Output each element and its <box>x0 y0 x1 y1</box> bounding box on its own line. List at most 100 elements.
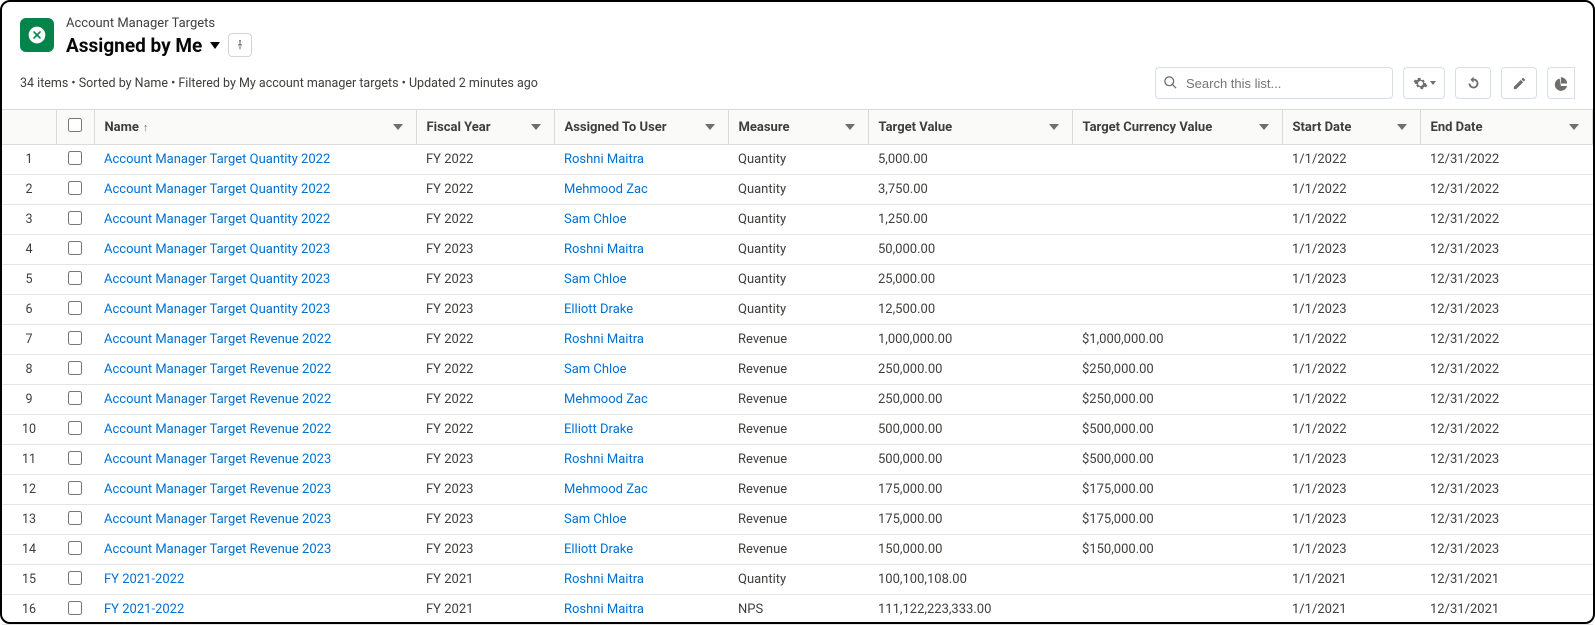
cell-assigned: Roshni Maitra <box>554 325 728 355</box>
record-link[interactable]: Account Manager Target Quantity 2022 <box>104 182 330 197</box>
cell-measure: Quantity <box>728 235 868 265</box>
row-select-cell <box>56 505 94 535</box>
table-row: 2 Account Manager Target Quantity 2022 F… <box>2 175 1593 205</box>
column-label: Start Date <box>1293 120 1352 135</box>
column-header-fiscal[interactable]: Fiscal Year <box>416 110 554 145</box>
record-link[interactable]: Account Manager Target Revenue 2022 <box>104 362 331 377</box>
row-checkbox[interactable] <box>68 541 82 555</box>
row-checkbox[interactable] <box>68 151 82 165</box>
column-header-currency[interactable]: Target Currency Value <box>1072 110 1282 145</box>
user-link[interactable]: Mehmood Zac <box>564 482 648 497</box>
cell-assigned: Sam Chloe <box>554 205 728 235</box>
record-link[interactable]: Account Manager Target Quantity 2022 <box>104 152 330 167</box>
record-link[interactable]: FY 2021-2022 <box>104 572 184 587</box>
user-link[interactable]: Sam Chloe <box>564 272 627 287</box>
user-link[interactable]: Elliott Drake <box>564 302 633 317</box>
cell-start: 1/1/2022 <box>1282 355 1420 385</box>
select-all-checkbox[interactable] <box>68 118 82 132</box>
column-header-start[interactable]: Start Date <box>1282 110 1420 145</box>
user-link[interactable]: Elliott Drake <box>564 422 633 437</box>
row-select-cell <box>56 385 94 415</box>
row-checkbox[interactable] <box>68 301 82 315</box>
column-menu-button[interactable] <box>842 119 858 135</box>
cell-name: Account Manager Target Revenue 2022 <box>94 325 416 355</box>
chevron-down-icon[interactable] <box>210 42 220 49</box>
cell-name: Account Manager Target Quantity 2022 <box>94 145 416 175</box>
column-menu-button[interactable] <box>528 119 544 135</box>
user-link[interactable]: Mehmood Zac <box>564 182 648 197</box>
column-menu-button[interactable] <box>702 119 718 135</box>
user-link[interactable]: Roshni Maitra <box>564 242 644 257</box>
user-link[interactable]: Roshni Maitra <box>564 572 644 587</box>
row-checkbox[interactable] <box>68 211 82 225</box>
row-checkbox[interactable] <box>68 241 82 255</box>
refresh-button[interactable] <box>1455 67 1491 99</box>
record-link[interactable]: Account Manager Target Revenue 2023 <box>104 542 331 557</box>
column-header-select[interactable] <box>56 110 94 145</box>
search-input[interactable] <box>1155 67 1393 99</box>
column-header-target[interactable]: Target Value <box>868 110 1072 145</box>
column-header-end[interactable]: End Date <box>1420 110 1593 145</box>
cell-assigned: Sam Chloe <box>554 505 728 535</box>
user-link[interactable]: Roshni Maitra <box>564 152 644 167</box>
cell-name: Account Manager Target Quantity 2023 <box>94 235 416 265</box>
user-link[interactable]: Mehmood Zac <box>564 392 648 407</box>
row-checkbox[interactable] <box>68 511 82 525</box>
column-menu-button[interactable] <box>1046 119 1062 135</box>
record-link[interactable]: Account Manager Target Revenue 2023 <box>104 482 331 497</box>
user-link[interactable]: Sam Chloe <box>564 212 627 227</box>
user-link[interactable]: Sam Chloe <box>564 362 627 377</box>
user-link[interactable]: Sam Chloe <box>564 512 627 527</box>
column-header-assigned[interactable]: Assigned To User <box>554 110 728 145</box>
record-link[interactable]: Account Manager Target Revenue 2022 <box>104 332 331 347</box>
row-select-cell <box>56 325 94 355</box>
user-link[interactable]: Roshni Maitra <box>564 332 644 347</box>
column-header-name[interactable]: Name↑ <box>94 110 416 145</box>
column-header-measure[interactable]: Measure <box>728 110 868 145</box>
record-link[interactable]: Account Manager Target Quantity 2023 <box>104 242 330 257</box>
cell-measure: Quantity <box>728 565 868 595</box>
user-link[interactable]: Elliott Drake <box>564 542 633 557</box>
row-number: 4 <box>2 235 56 265</box>
column-menu-button[interactable] <box>1566 119 1582 135</box>
row-number: 1 <box>2 145 56 175</box>
row-checkbox[interactable] <box>68 271 82 285</box>
list-view-name[interactable]: Assigned by Me <box>66 34 202 57</box>
row-checkbox[interactable] <box>68 421 82 435</box>
row-checkbox[interactable] <box>68 571 82 585</box>
list-view-controls-button[interactable] <box>1403 67 1445 99</box>
cell-assigned: Sam Chloe <box>554 355 728 385</box>
record-link[interactable]: FY 2021-2022 <box>104 602 184 617</box>
column-menu-button[interactable] <box>390 119 406 135</box>
row-checkbox[interactable] <box>68 451 82 465</box>
row-checkbox[interactable] <box>68 481 82 495</box>
edit-button[interactable] <box>1501 67 1537 99</box>
record-link[interactable]: Account Manager Target Revenue 2023 <box>104 512 331 527</box>
pin-button[interactable] <box>228 33 252 57</box>
user-link[interactable]: Roshni Maitra <box>564 452 644 467</box>
cell-measure: Revenue <box>728 355 868 385</box>
row-checkbox[interactable] <box>68 391 82 405</box>
cell-currency: $150,000.00 <box>1072 535 1282 565</box>
pencil-icon <box>1512 76 1527 91</box>
chart-button[interactable] <box>1547 67 1575 99</box>
record-link[interactable]: Account Manager Target Revenue 2023 <box>104 452 331 467</box>
user-link[interactable]: Roshni Maitra <box>564 602 644 617</box>
cell-currency: $1,000,000.00 <box>1072 325 1282 355</box>
column-menu-button[interactable] <box>1256 119 1272 135</box>
row-checkbox[interactable] <box>68 601 82 615</box>
row-checkbox[interactable] <box>68 361 82 375</box>
record-link[interactable]: Account Manager Target Revenue 2022 <box>104 422 331 437</box>
column-menu-button[interactable] <box>1394 119 1410 135</box>
row-checkbox[interactable] <box>68 181 82 195</box>
row-checkbox[interactable] <box>68 331 82 345</box>
record-link[interactable]: Account Manager Target Revenue 2022 <box>104 392 331 407</box>
cell-name: Account Manager Target Revenue 2022 <box>94 355 416 385</box>
cell-currency <box>1072 145 1282 175</box>
record-link[interactable]: Account Manager Target Quantity 2023 <box>104 302 330 317</box>
record-link[interactable]: Account Manager Target Quantity 2022 <box>104 212 330 227</box>
record-link[interactable]: Account Manager Target Quantity 2023 <box>104 272 330 287</box>
table-row: 13 Account Manager Target Revenue 2023 F… <box>2 505 1593 535</box>
row-select-cell <box>56 205 94 235</box>
row-select-cell <box>56 145 94 175</box>
